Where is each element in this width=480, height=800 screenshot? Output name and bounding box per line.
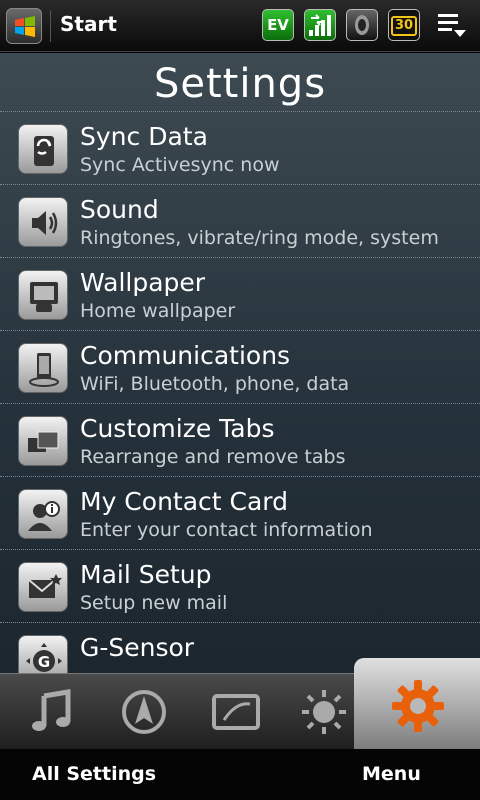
menu-softkey[interactable]: Menu — [362, 763, 421, 785]
settings-item-desc: WiFi, Bluetooth, phone, data — [80, 373, 350, 395]
speaker-icon — [18, 197, 68, 247]
navigation-icon — [122, 690, 166, 734]
battery-label: 30 — [391, 16, 417, 36]
settings-item-sound[interactable]: Sound Ringtones, vibrate/ring mode, syst… — [0, 184, 480, 257]
settings-item-name: Communications — [80, 341, 291, 370]
all-settings-softkey[interactable]: All Settings — [32, 763, 156, 785]
settings-item-name: Sync Data — [80, 122, 208, 151]
settings-item-my-contact-card[interactable]: My Contact Card Enter your contact infor… — [0, 476, 480, 549]
battery-icon[interactable]: 30 — [388, 9, 420, 41]
settings-item-wallpaper[interactable]: Wallpaper Home wallpaper — [0, 257, 480, 330]
settings-item-desc: Rearrange and remove tabs — [80, 446, 346, 468]
notifications-menu-icon[interactable] — [436, 12, 468, 40]
contact-card-icon — [18, 489, 68, 539]
svg-text:G: G — [38, 653, 50, 671]
speaker-volume-icon — [355, 15, 369, 35]
settings-item-communications[interactable]: Communications WiFi, Bluetooth, phone, d… — [0, 330, 480, 403]
ev-label: EV — [267, 16, 289, 34]
tab-strip — [0, 658, 480, 750]
settings-item-name: Sound — [80, 195, 159, 224]
windows-logo-icon — [15, 16, 35, 37]
settings-item-desc: Sync Activesync now — [80, 154, 280, 176]
mail-icon — [18, 562, 68, 612]
tab-music[interactable] — [8, 678, 96, 746]
settings-list: Sync Data Sync Activesync now Sound Ring… — [0, 111, 480, 673]
start-button[interactable] — [6, 8, 42, 44]
status-separator — [50, 10, 51, 42]
weather-sun-icon — [302, 690, 346, 734]
settings-item-name: Mail Setup — [80, 560, 212, 589]
settings-item-desc: Setup new mail — [80, 592, 228, 614]
tab-settings[interactable] — [354, 658, 480, 750]
wallpaper-icon — [18, 270, 68, 320]
settings-item-customize-tabs[interactable]: Customize Tabs Rearrange and remove tabs — [0, 403, 480, 476]
settings-item-sync-data[interactable]: Sync Data Sync Activesync now — [0, 111, 480, 184]
sprint-tv-icon — [212, 694, 260, 730]
g-sensor-icon: G — [18, 635, 68, 673]
music-icon — [32, 689, 71, 731]
settings-item-name: Customize Tabs — [80, 414, 275, 443]
softkey-bar: All Settings Menu — [0, 749, 480, 800]
settings-item-name: My Contact Card — [80, 487, 289, 516]
tab-sprint-tv[interactable] — [190, 678, 278, 746]
settings-item-mail-setup[interactable]: Mail Setup Setup new mail — [0, 549, 480, 622]
settings-panel: Settings Sync Data Sync Activesync now S… — [0, 53, 480, 673]
signal-icon[interactable] — [304, 9, 336, 41]
settings-item-name: Wallpaper — [80, 268, 206, 297]
page-title: Settings — [153, 61, 327, 107]
status-bar: Start EV 30 — [0, 0, 480, 52]
phone-device-icon — [18, 343, 68, 393]
ev-data-icon[interactable]: EV — [262, 9, 294, 41]
tabs-icon — [18, 416, 68, 466]
settings-item-desc: Enter your contact information — [80, 519, 373, 541]
status-title: Start — [60, 12, 117, 36]
settings-gear-icon — [392, 680, 444, 732]
signal-bars-icon — [309, 14, 331, 36]
settings-item-desc: Home wallpaper — [80, 300, 236, 322]
settings-item-desc: Ringtones, vibrate/ring mode, system — [80, 227, 439, 249]
tab-navigation[interactable] — [100, 678, 188, 746]
volume-icon[interactable] — [346, 9, 378, 41]
sync-icon — [18, 124, 68, 174]
settings-item-name: G-Sensor — [80, 633, 195, 662]
